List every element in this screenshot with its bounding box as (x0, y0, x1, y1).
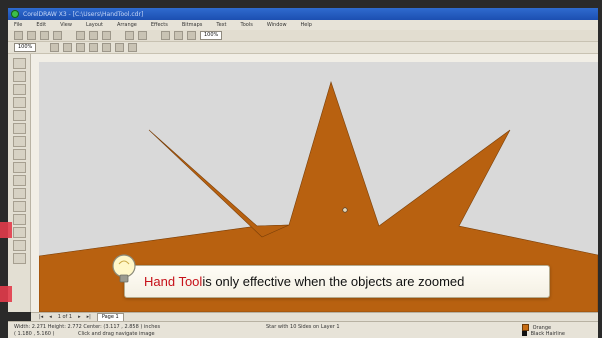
outline-indicator: Black Hairline (522, 331, 565, 337)
fill-tool-icon[interactable] (12, 240, 26, 251)
pick-tool-icon[interactable] (12, 58, 26, 69)
title-bar: CorelDRAW X3 - [C:\Users\HandTool.cdr] (8, 8, 598, 20)
window-title: CorelDRAW X3 - [C:\Users\HandTool.cdr] (23, 10, 144, 18)
zoom-level-select-2[interactable]: 100% (14, 43, 37, 52)
interactive-fill-tool-icon[interactable] (12, 253, 26, 264)
rectangle-tool-icon[interactable] (12, 136, 26, 147)
object-center-marker (342, 207, 348, 213)
app-icon (11, 10, 19, 18)
last-page-icon[interactable]: ▸| (87, 314, 91, 320)
property-bar: 100% (8, 42, 598, 54)
toolbox (8, 54, 31, 312)
zoom-out-icon[interactable] (63, 43, 73, 52)
zoom-in-icon[interactable] (50, 43, 60, 52)
paste-icon[interactable] (102, 31, 111, 40)
open-icon[interactable] (27, 31, 36, 40)
crop-tool-icon[interactable] (12, 84, 26, 95)
print-icon[interactable] (53, 31, 62, 40)
save-icon[interactable] (40, 31, 49, 40)
status-bar: Width: 2.271 Height: 2.772 Center: (3.11… (8, 321, 598, 338)
redo-icon[interactable] (138, 31, 147, 40)
zoom-height-icon[interactable] (128, 43, 138, 52)
menu-layout[interactable]: Layout (86, 22, 103, 28)
menu-edit[interactable]: Edit (36, 22, 46, 28)
import-icon[interactable] (161, 31, 170, 40)
menu-effects[interactable]: Effects (151, 22, 168, 28)
app-launcher-icon[interactable] (187, 31, 196, 40)
status-hint: Click and drag navigate image (78, 331, 155, 337)
outline-tool-icon[interactable] (12, 227, 26, 238)
zoom-width-icon[interactable] (115, 43, 125, 52)
menu-file[interactable]: File (14, 22, 22, 28)
callout-accent: Hand Tool (144, 274, 203, 289)
fill-color-swatch (522, 324, 529, 331)
zoom-all-icon[interactable] (89, 43, 99, 52)
interactive-blend-tool-icon[interactable] (12, 201, 26, 212)
smart-fill-tool-icon[interactable] (12, 123, 26, 134)
lightbulb-icon (112, 254, 136, 283)
menu-bitmaps[interactable]: Bitmaps (182, 22, 203, 28)
menu-help[interactable]: Help (301, 22, 312, 28)
app-window: CorelDRAW X3 - [C:\Users\HandTool.cdr] F… (0, 0, 602, 338)
menu-view[interactable]: View (60, 22, 72, 28)
cut-icon[interactable] (76, 31, 85, 40)
zoom-tool-icon[interactable] (12, 97, 26, 108)
freehand-tool-icon[interactable] (12, 110, 26, 121)
star-point-left[interactable] (148, 129, 290, 238)
copy-icon[interactable] (89, 31, 98, 40)
next-page-icon[interactable]: ▸ (78, 314, 81, 320)
outline-label: Black Hairline (530, 331, 566, 337)
zoom-selected-icon[interactable] (76, 43, 86, 52)
shape-tool-icon[interactable] (12, 71, 26, 82)
menu-window[interactable]: Window (267, 22, 287, 28)
first-page-icon[interactable]: |◂ (39, 314, 43, 320)
new-icon[interactable] (14, 31, 23, 40)
status-dimensions: Width: 2.271 Height: 2.772 Center: (3.11… (14, 324, 161, 330)
zoom-level-select[interactable]: 100% (200, 31, 223, 40)
status-object-info: Star with 10 Sides on Layer 1 (266, 324, 340, 330)
previous-page-icon[interactable]: ◂ (49, 314, 52, 320)
overlay-marker-bottom (0, 286, 12, 302)
page-navigator: |◂ ◂ 1 of 1 ▸ ▸| Page 1 (31, 312, 598, 322)
basic-shapes-tool-icon[interactable] (12, 175, 26, 186)
menu-arrange[interactable]: Arrange (117, 22, 137, 28)
menu-tools[interactable]: Tools (241, 22, 253, 28)
fill-indicator: Orange (522, 324, 551, 331)
page-count: 1 of 1 (57, 314, 73, 320)
zoom-page-icon[interactable] (102, 43, 112, 52)
callout-text: is only effective when the objects are z… (202, 274, 465, 289)
status-cursor-position: ( 1.180 , 5.160 ) (14, 331, 55, 337)
export-icon[interactable] (174, 31, 183, 40)
standard-toolbar: 100% (8, 30, 598, 42)
overlay-marker-top (0, 222, 12, 238)
ellipse-tool-icon[interactable] (12, 149, 26, 160)
menu-text[interactable]: Text (216, 22, 226, 28)
outline-color-swatch (522, 331, 527, 336)
polygon-tool-icon[interactable] (12, 162, 26, 173)
text-tool-icon[interactable] (12, 188, 26, 199)
menu-bar: File Edit View Layout Arrange Effects Bi… (8, 20, 598, 30)
tutorial-callout: Hand Tool is only effective when the obj… (124, 265, 550, 298)
undo-icon[interactable] (125, 31, 134, 40)
eyedropper-tool-icon[interactable] (12, 214, 26, 225)
